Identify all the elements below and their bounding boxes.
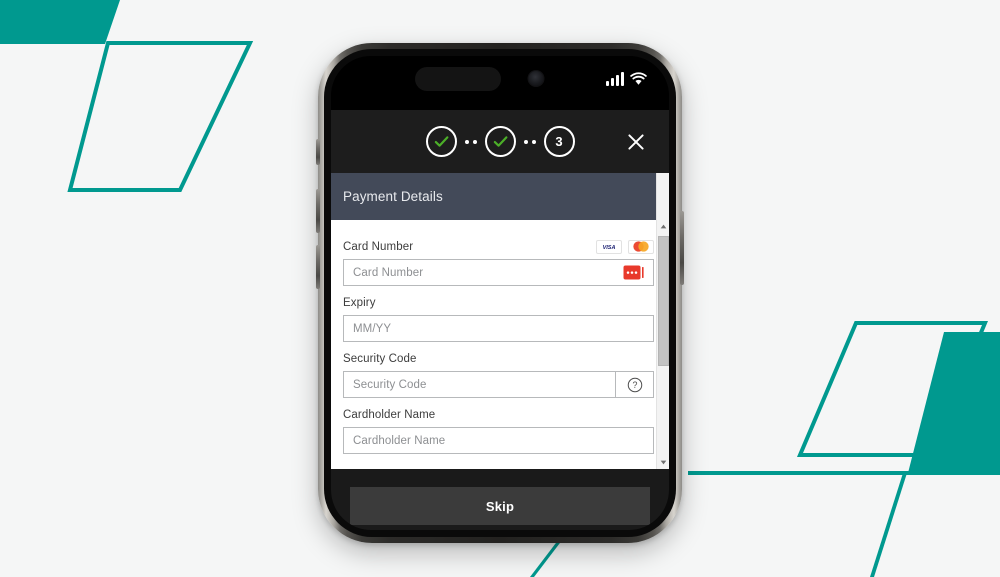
field-card-number: Card Number VISA Card Number [343,239,654,286]
expiry-input[interactable]: MM/YY [343,315,654,342]
status-icons [606,72,647,86]
shape-parallelogram-filled-right [908,332,1000,473]
step-connector-1 [457,139,485,144]
check-icon [434,136,448,147]
step-connector-2 [516,139,544,144]
security-code-help-button[interactable]: ? [616,371,654,398]
chevron-down-icon [660,460,666,465]
help-question-icon: ? [627,377,642,392]
security-code-label-row: Security Code [343,351,654,366]
volume-down-button[interactable] [316,245,320,289]
phone-screen: 3 Payment Details Card Number VISA Card … [331,56,669,530]
payment-sheet: Payment Details Card Number VISA Card Nu… [331,173,669,469]
stepper-header: 3 [331,110,669,173]
scrollbar-top-cap [656,173,669,220]
security-code-input-row: Security Code ? [343,371,654,398]
security-code-input[interactable]: Security Code [343,371,616,398]
cardholder-name-placeholder: Cardholder Name [353,434,446,447]
card-number-label-row: Card Number VISA [343,239,654,254]
scrollbar-down-button[interactable] [656,456,669,469]
scrollbar-thumb[interactable] [657,236,669,366]
step-1-complete[interactable] [425,126,457,157]
wifi-icon [630,72,647,85]
skip-button[interactable]: Skip [350,487,650,525]
scrollbar-up-button[interactable] [656,220,669,233]
card-number-label: Card Number [343,240,414,253]
shape-horizontal-rule [688,471,1000,475]
step-3-label: 3 [555,134,563,149]
payment-form: Card Number VISA Card Number Expiry MM/Y… [331,220,669,469]
form-scrollbar[interactable] [656,220,669,469]
close-button[interactable] [621,127,651,157]
phone-mockup: 3 Payment Details Card Number VISA Card … [316,43,684,543]
card-number-input-row: Card Number [343,259,654,286]
card-dots-icon [623,265,644,280]
silent-switch-button[interactable] [316,139,320,165]
visa-icon: VISA [596,239,622,254]
sheet-title-bar: Payment Details [331,173,669,220]
front-camera-icon [527,70,545,87]
security-code-label: Security Code [343,352,417,365]
shape-parallelogram-outline-topleft [67,41,254,192]
power-button[interactable] [680,211,684,285]
shape-diagonal-stroke-right [870,473,907,577]
card-number-input[interactable]: Card Number [343,259,654,286]
accepted-card-brands: VISA [596,239,654,254]
shape-parallelogram-filled-topleft [0,0,120,44]
expiry-placeholder: MM/YY [353,322,392,335]
cardholder-name-input-row: Cardholder Name [343,427,654,454]
dynamic-island [415,67,501,91]
sheet-footer: Skip [331,469,669,530]
status-bar [331,56,669,110]
security-code-placeholder: Security Code [353,378,427,391]
card-number-placeholder: Card Number [353,266,424,279]
svg-text:VISA: VISA [603,245,616,251]
check-icon [493,136,507,147]
svg-text:?: ? [632,380,637,390]
mastercard-icon [628,239,654,254]
field-cardholder-name: Cardholder Name Cardholder Name [343,407,654,454]
signal-bars-icon [606,72,624,86]
step-indicator: 3 [425,126,575,157]
scrollbar-track[interactable] [657,233,670,456]
cardholder-name-label: Cardholder Name [343,408,436,421]
step-2-complete[interactable] [484,126,516,157]
expiry-label-row: Expiry [343,295,654,310]
chevron-up-icon [660,224,666,229]
expiry-label: Expiry [343,296,376,309]
cardholder-name-input[interactable]: Cardholder Name [343,427,654,454]
page-title: Payment Details [343,189,443,204]
shape-parallelogram-outline-right [796,321,988,457]
volume-up-button[interactable] [316,189,320,233]
close-icon [628,133,644,150]
step-3-current[interactable]: 3 [543,126,575,157]
field-expiry: Expiry MM/YY [343,295,654,342]
field-security-code: Security Code Security Code ? [343,351,654,398]
cardholder-name-label-row: Cardholder Name [343,407,654,422]
expiry-input-row: MM/YY [343,315,654,342]
